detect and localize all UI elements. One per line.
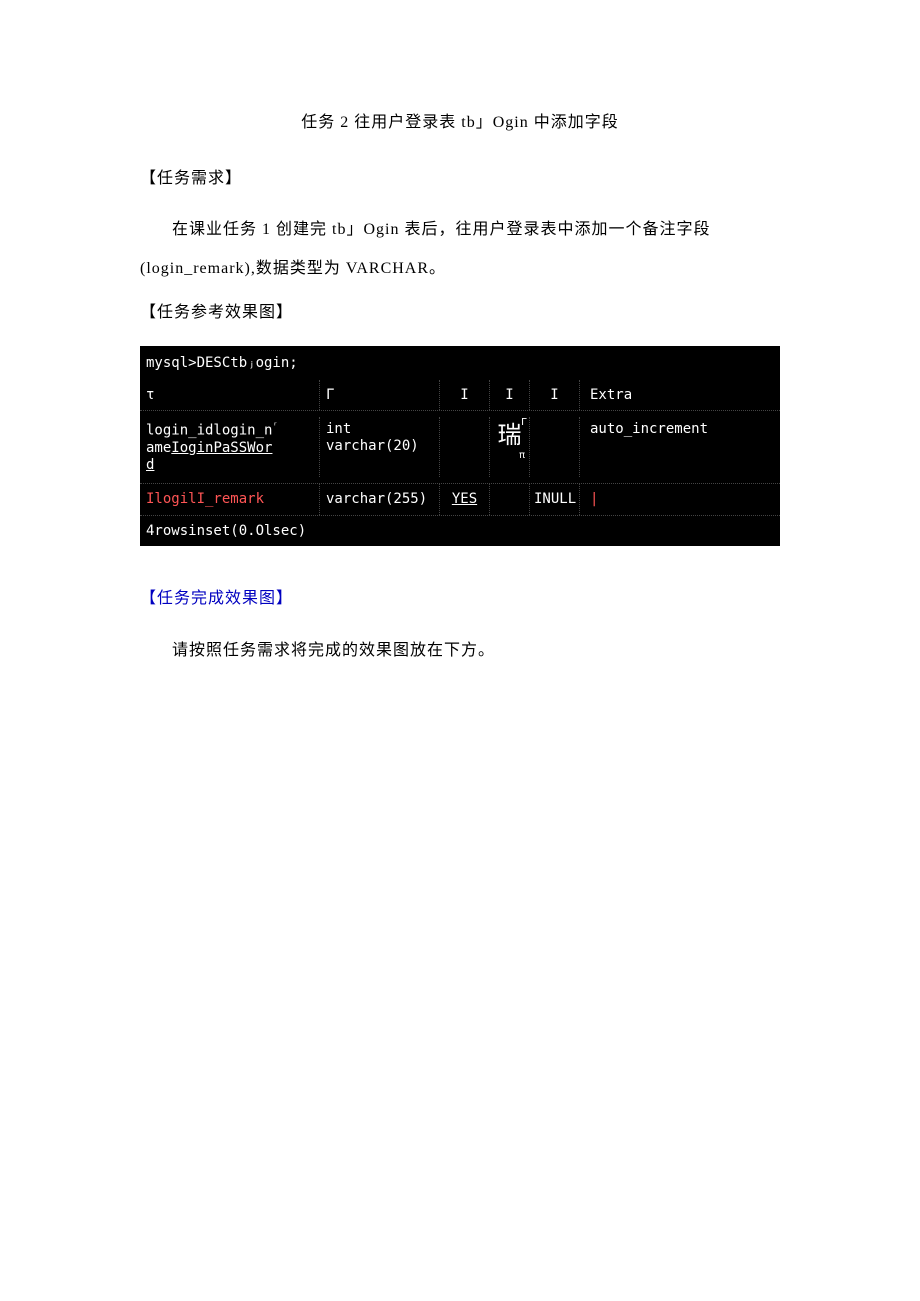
page-title: 任务 2 往用户登录表 tb」Ogin 中添加字段 (140, 110, 780, 136)
th-type: Γ (320, 380, 440, 410)
done-instruction: 请按照任务需求将完成的效果图放在下方。 (140, 632, 780, 670)
key-sup: Γ (521, 417, 527, 429)
td-key (490, 484, 530, 514)
td-null (440, 417, 490, 477)
type-line1: int (326, 421, 433, 438)
terminal-output: mysql>DESCtbⱼogin; τ Γ I I I Extra login… (140, 346, 780, 547)
td-field: IlogilI_remark (140, 484, 320, 514)
th-null: I (440, 380, 490, 410)
td-field: login_idlogin_nʳ ameIoginPaSSWor d (140, 417, 320, 477)
terminal-data-row: login_idlogin_nʳ ameIoginPaSSWor d int v… (140, 411, 780, 484)
terminal-footer: 4rowsinset(0.Olsec) (140, 516, 780, 546)
section-done-label: 【任务完成效果图】 (140, 586, 780, 612)
requirement-text: 在课业任务 1 创建完 tb」Ogin 表后，往用户登录表中添加一个备注字段 (… (140, 211, 780, 288)
td-default (530, 417, 580, 477)
field-line1: login_idlogin_nʳ (146, 421, 313, 439)
key-sub: π (494, 450, 525, 462)
section-requirement-label: 【任务需求】 (140, 166, 780, 192)
th-default: I (530, 380, 580, 410)
terminal-header-row: τ Γ I I I Extra (140, 380, 780, 411)
td-extra: auto_increment (580, 417, 780, 477)
section-reference-label: 【任务参考效果图】 (140, 300, 780, 326)
field-line3: d (146, 457, 313, 474)
terminal-prompt: mysql>DESCtbⱼogin; (140, 346, 780, 380)
td-extra: | (580, 484, 780, 514)
td-null: YES (440, 484, 490, 514)
type-line2: varchar(20) (326, 438, 433, 455)
field-line2: ameIoginPaSSWor (146, 440, 313, 457)
th-extra: Extra (580, 380, 780, 410)
td-type: int varchar(20) (320, 417, 440, 477)
th-field: τ (140, 380, 320, 410)
td-key: Γ 瑞 π (490, 417, 530, 477)
td-default: INULL (530, 484, 580, 514)
terminal-data-row: IlogilI_remark varchar(255) YES INULL | (140, 484, 780, 515)
td-type: varchar(255) (320, 484, 440, 514)
th-key: I (490, 380, 530, 410)
